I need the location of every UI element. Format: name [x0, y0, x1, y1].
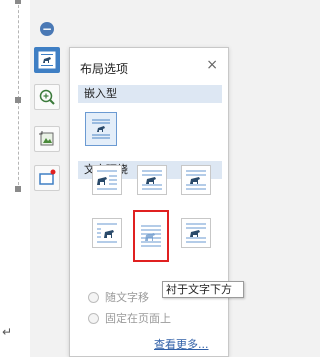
- inline-layout-icon: [90, 117, 112, 141]
- resize-handle-top[interactable]: [15, 0, 21, 4]
- layout-behind-text-option[interactable]: [133, 210, 169, 262]
- layout-tight-option[interactable]: [137, 165, 167, 195]
- paragraph-mark: ↵: [2, 325, 13, 339]
- layout-inline-option[interactable]: [85, 112, 117, 146]
- layout-options-icon: [38, 51, 56, 69]
- see-more-link[interactable]: 查看更多...: [154, 336, 209, 352]
- layout-options-button[interactable]: [34, 47, 60, 73]
- collapse-toolbar-button[interactable]: −: [40, 22, 54, 36]
- radio-circle[interactable]: [88, 291, 99, 303]
- wrap-tight-icon: [140, 168, 164, 192]
- panel-title: 布局选项: [80, 62, 129, 76]
- image-side-toolbar: −: [30, 0, 66, 357]
- wrap-top-bottom-icon: [95, 221, 119, 245]
- behind-text-tooltip: 衬于文字下方: [162, 281, 244, 298]
- wrap-square-icon: [95, 168, 119, 192]
- resize-handle-middle[interactable]: [15, 97, 21, 103]
- tooltip-text: 衬于文字下方: [166, 283, 232, 296]
- inline-section-label: 嵌入型: [84, 87, 117, 100]
- crop-image-button[interactable]: [34, 126, 60, 152]
- in-front-of-text-icon: [184, 221, 208, 245]
- fix-on-page-radio[interactable]: 固定在页面上: [88, 310, 171, 326]
- behind-text-icon: [139, 221, 163, 251]
- document-page: ↵: [0, 0, 30, 357]
- move-with-text-radio[interactable]: 随文字移: [88, 289, 149, 305]
- image-selection-border: [18, 0, 19, 190]
- zoom-in-icon: [38, 88, 56, 106]
- move-with-text-label: 随文字移: [105, 291, 149, 304]
- inline-section-header: 嵌入型: [78, 85, 222, 103]
- layout-in-front-option[interactable]: [181, 218, 211, 248]
- layout-top-bottom-option[interactable]: [92, 218, 122, 248]
- border-style-button[interactable]: [34, 165, 60, 191]
- fix-on-page-label: 固定在页面上: [105, 312, 171, 325]
- minus-icon: −: [41, 22, 53, 36]
- zoom-button[interactable]: [34, 84, 60, 110]
- close-icon[interactable]: ×: [206, 58, 218, 72]
- layout-through-option[interactable]: [181, 165, 211, 195]
- layout-options-panel: 布局选项 × 嵌入型 文字环绕: [69, 47, 229, 357]
- picture-border-icon: [38, 169, 56, 187]
- radio-circle[interactable]: [88, 312, 99, 324]
- resize-handle-bottom[interactable]: [15, 186, 21, 192]
- wrap-through-icon: [184, 168, 208, 192]
- layout-square-option[interactable]: [92, 165, 122, 195]
- crop-image-icon: [38, 130, 56, 148]
